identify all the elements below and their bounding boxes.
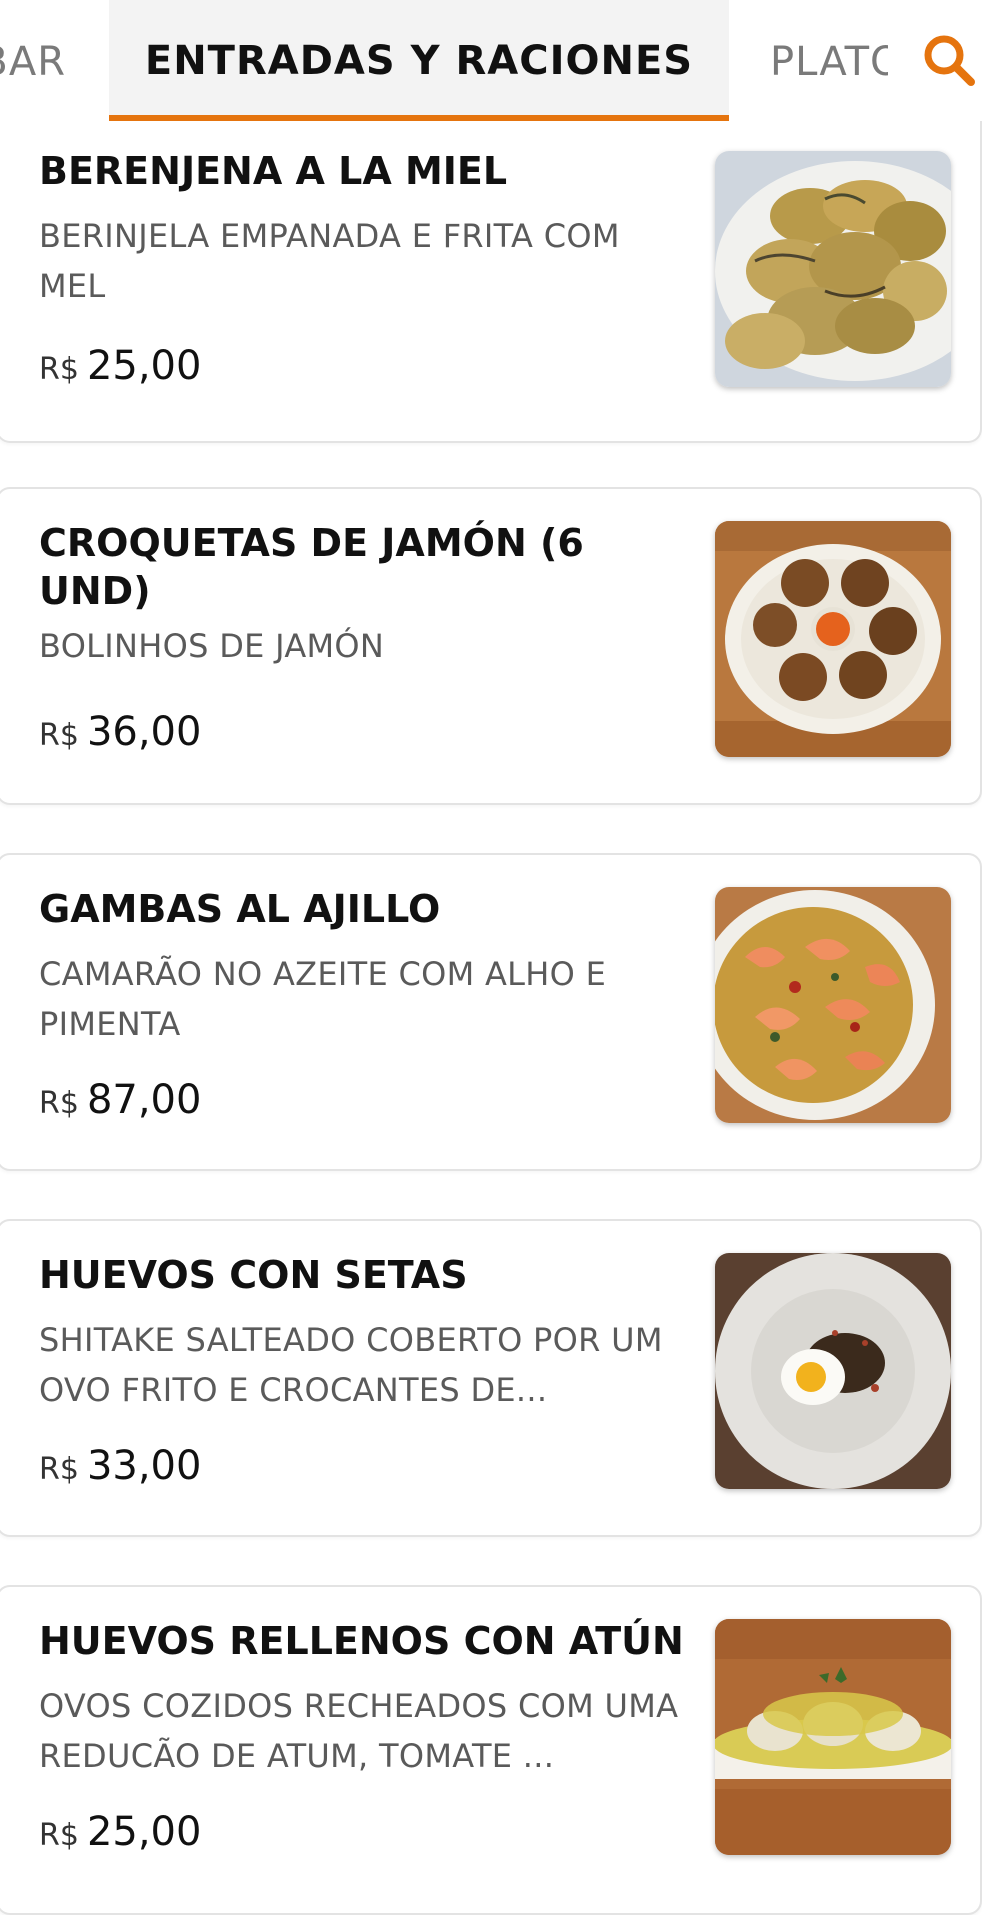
category-tab-bar: BAR ENTRADAS Y RACIONES PLATOS bbox=[0, 0, 982, 125]
item-name: GAMBAS AL AJILLO bbox=[39, 887, 441, 931]
tab-entradas-y-raciones[interactable]: ENTRADAS Y RACIONES bbox=[109, 0, 729, 123]
menu-item-card[interactable]: BERENJENA A LA MIEL BERINJELA EMPANADA E… bbox=[0, 121, 982, 443]
egg-mushrooms-photo[interactable] bbox=[715, 1253, 951, 1489]
search-icon bbox=[924, 35, 975, 86]
item-price: R$ 25,00 bbox=[39, 1809, 201, 1855]
price-amount: 87,00 bbox=[86, 1077, 202, 1123]
item-description: SHITAKE SALTEADO COBERTO POR UM OVO FRIT… bbox=[39, 1321, 663, 1409]
item-description: CAMARÃO NO AZEITE COM ALHO E PIMENTA bbox=[39, 955, 607, 1043]
item-description: OVOS COZIDOS RECHEADOS COM UMA REDUCÃO D… bbox=[39, 1687, 679, 1775]
item-price: R$ 87,00 bbox=[39, 1077, 201, 1123]
price-amount: 36,00 bbox=[86, 709, 202, 755]
tab-platos[interactable]: PLATOS bbox=[770, 0, 888, 123]
tab-label: BAR bbox=[0, 38, 66, 85]
item-price: R$ 36,00 bbox=[39, 709, 201, 755]
tab-label: ENTRADAS Y RACIONES bbox=[144, 37, 694, 84]
item-name: HUEVOS CON SETAS bbox=[39, 1253, 468, 1297]
item-description: BOLINHOS DE JAMÓN bbox=[39, 627, 385, 665]
croquettes-photo[interactable] bbox=[715, 521, 951, 757]
tab-label: PLATOS bbox=[770, 38, 888, 85]
menu-item-card[interactable]: HUEVOS RELLENOS CON ATÚN OVOS COZIDOS RE… bbox=[0, 1585, 982, 1915]
menu-item-card[interactable]: HUEVOS CON SETAS SHITAKE SALTEADO COBERT… bbox=[0, 1219, 982, 1537]
currency-symbol: R$ bbox=[39, 352, 79, 387]
item-description: BERINJELA EMPANADA E FRITA COM MEL bbox=[39, 217, 620, 305]
menu-item-card[interactable]: CROQUETAS DE JAMÓN (6 UND) BOLINHOS DE J… bbox=[0, 487, 982, 805]
currency-symbol: R$ bbox=[39, 1818, 79, 1853]
item-name: BERENJENA A LA MIEL bbox=[39, 149, 508, 193]
search-button[interactable] bbox=[916, 24, 982, 96]
fried-eggplant-photo[interactable] bbox=[715, 151, 951, 387]
price-amount: 25,00 bbox=[86, 343, 202, 389]
item-price: R$ 25,00 bbox=[39, 343, 201, 389]
currency-symbol: R$ bbox=[39, 718, 79, 753]
menu-item-card[interactable]: GAMBAS AL AJILLO CAMARÃO NO AZEITE COM A… bbox=[0, 853, 982, 1171]
price-amount: 33,00 bbox=[86, 1443, 202, 1489]
item-name: CROQUETAS DE JAMÓN (6 UND) bbox=[39, 521, 584, 613]
currency-symbol: R$ bbox=[39, 1452, 79, 1487]
tab-bar-category[interactable]: BAR bbox=[0, 0, 80, 123]
stuffed-eggs-photo[interactable] bbox=[715, 1619, 951, 1855]
currency-symbol: R$ bbox=[39, 1086, 79, 1121]
item-name: HUEVOS RELLENOS CON ATÚN bbox=[39, 1619, 684, 1663]
item-price: R$ 33,00 bbox=[39, 1443, 201, 1489]
shrimp-photo[interactable] bbox=[715, 887, 951, 1123]
price-amount: 25,00 bbox=[86, 1809, 202, 1855]
